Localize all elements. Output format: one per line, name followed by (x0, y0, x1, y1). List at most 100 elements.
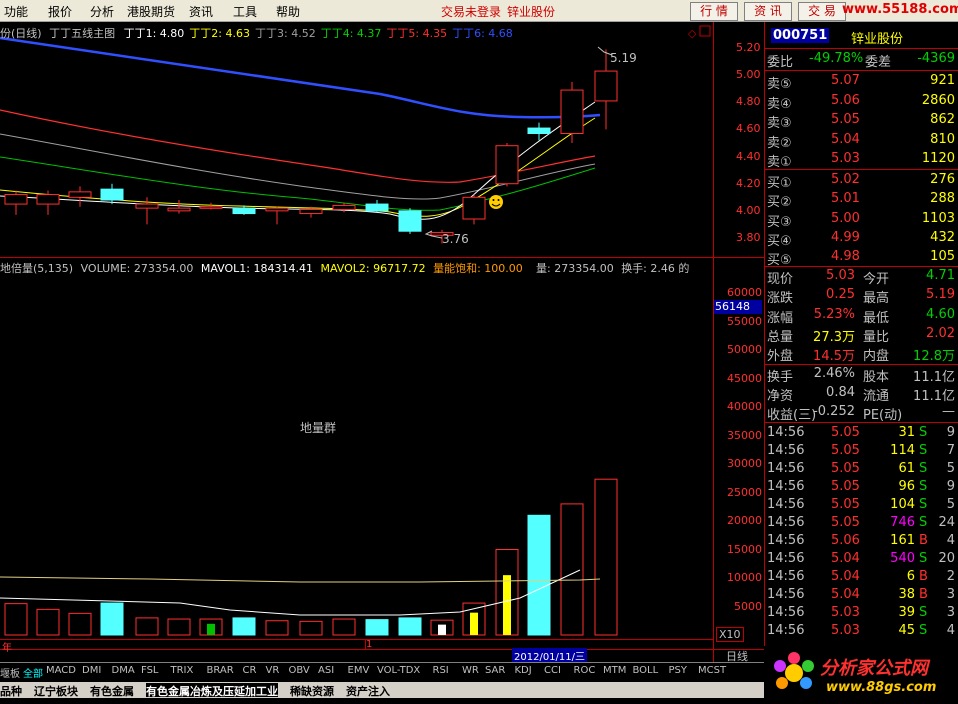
bid-price: 5.01 (831, 191, 860, 207)
indicator-tab[interactable]: ASI (318, 665, 334, 676)
ma-legend-4: 丁丁4: 4.37 (320, 27, 382, 40)
candles-group (4, 49, 618, 244)
volume-bar (167, 618, 191, 636)
sector-tabs: 品种 辽宁板块 有色金属 有色金属冶炼及压延加工业 稀缺资源 资产注入 (0, 682, 764, 698)
menu-item-hk-futures[interactable]: 港股期货 (127, 3, 175, 20)
volume-bar (100, 602, 124, 636)
finance-label-2: 流通 (863, 389, 890, 404)
ma-legend-1: 丁丁1: 4.80 (123, 27, 185, 40)
indicator-tab[interactable]: TRIX (171, 665, 194, 676)
tick-volume: 38 (898, 587, 915, 602)
candle (265, 207, 289, 212)
stat-value-2: 5.19 (926, 287, 955, 303)
tick-volume: 31 (898, 425, 915, 440)
candle (135, 203, 159, 209)
volume-bar (398, 617, 422, 636)
indicator-name: 丁丁五线主图 (49, 27, 116, 40)
volume-legend-right: 量: 273354.00 换手: 2.46 的 (536, 260, 689, 276)
indicator-tab[interactable]: PSY (669, 665, 688, 676)
tick-volume: 746 (890, 515, 915, 530)
login-status[interactable]: 交易未登录 (441, 3, 501, 20)
trade-button[interactable]: 交 易 (798, 2, 846, 21)
indicator-tab[interactable]: MCST (698, 665, 726, 676)
tick-price: 5.06 (831, 533, 860, 548)
bid-volume: 288 (930, 191, 955, 207)
date-cursor-label: 2012/01/11/三 (512, 648, 588, 663)
weicha-value: -4369 (917, 51, 955, 66)
indicator-tab[interactable]: 堰板 (0, 665, 20, 680)
indicator-tab[interactable]: CCI (544, 665, 561, 676)
indicator-tab[interactable]: MACD (46, 665, 76, 676)
menu-stock-name: 锌业股份 (507, 5, 556, 19)
news-button[interactable]: 资 讯 (744, 2, 792, 21)
indicator-tab[interactable]: DMI (82, 665, 101, 676)
year-label: 年 (2, 643, 12, 654)
stat-label: 现价 (767, 272, 794, 287)
indicator-tab[interactable]: FSL (141, 665, 159, 676)
indicator-tab[interactable]: EMV (348, 665, 370, 676)
candle (199, 206, 223, 209)
menu-item-tools[interactable]: 工具 (233, 3, 257, 20)
indicator-tab[interactable]: KDJ (515, 665, 532, 676)
volume-tick: 45000 (727, 371, 762, 385)
tick-count: 7 (946, 443, 955, 458)
indicator-tab[interactable]: BRAR (207, 665, 234, 676)
volume-indicator-name: 地倍量(5,135) (0, 262, 74, 275)
indicator-tab[interactable]: 全部 (23, 665, 43, 680)
finance-label-2: PE(动) (863, 408, 903, 423)
ask-label: 卖⑤ (767, 77, 792, 92)
tick-direction: S (919, 461, 928, 476)
stat-label-2: 最低 (863, 310, 890, 326)
stat-value-2: 4.60 (926, 306, 955, 322)
finance-row: 净资 0.84 流通 11.1亿 (765, 384, 958, 404)
sector-tab[interactable]: 品种 (0, 683, 22, 698)
tick-count: 2 (946, 569, 955, 584)
tick-direction: S (919, 551, 928, 566)
bid-volume: 105 (930, 249, 955, 265)
kline-chart[interactable]: ◇ (0, 22, 764, 662)
tick-count: 9 (946, 425, 955, 440)
price-tick: 4.40 (736, 149, 761, 163)
month-label: 1 (366, 639, 373, 650)
menu-item-news[interactable]: 资讯 (189, 3, 213, 20)
indicator-tab[interactable]: MTM (603, 665, 626, 676)
stat-value: 0.25 (826, 287, 855, 303)
volume-bar (594, 478, 618, 636)
tick-time: 14:56 (767, 605, 805, 620)
ask-price: 5.03 (831, 151, 860, 166)
indicator-tab[interactable]: WR (462, 665, 479, 676)
volume-bar-marker (438, 624, 446, 635)
menu-item-help[interactable]: 帮助 (276, 3, 300, 20)
sector-tab[interactable]: 辽宁板块 (34, 683, 78, 698)
menu-item-analysis[interactable]: 分析 (90, 3, 114, 20)
stat-label: 外盘 (767, 349, 794, 365)
bid-price: 4.98 (831, 249, 860, 265)
sector-tab[interactable]: 有色金属冶炼及压延加工业 (146, 683, 278, 698)
sector-tab[interactable]: 稀缺资源 (290, 683, 334, 698)
sector-tab[interactable]: 有色金属 (90, 683, 134, 698)
tick-price: 5.05 (831, 425, 860, 440)
main-legend: 份(日线) 丁丁五线主图 丁丁1: 4.80 丁丁2: 4.63 丁丁3: 4.52… (0, 25, 513, 41)
indicator-tab[interactable]: DMA (112, 665, 135, 676)
volume-tick: 50000 (727, 343, 762, 356)
indicator-tab[interactable]: RSI (433, 665, 449, 676)
sector-tab[interactable]: 资产注入 (346, 683, 390, 698)
chart-area[interactable]: ◇ 份(日线) 丁丁五线主图 丁丁1: 4.80 丁丁2: 4.63 丁丁3: 4.… (0, 22, 764, 663)
smiley-icon (489, 195, 503, 209)
indicator-tab[interactable]: SAR (485, 665, 505, 676)
turnover-value: 换手: 2.46 的 (621, 262, 690, 275)
tick-time: 14:56 (767, 479, 805, 494)
indicator-tab[interactable]: VR (266, 665, 280, 676)
quote-button[interactable]: 行 情 (690, 2, 738, 21)
menu-item-quote[interactable]: 报价 (48, 3, 72, 20)
tick-direction: B (919, 533, 928, 548)
ask-volume: 810 (930, 131, 955, 147)
indicator-tab[interactable]: OBV (289, 665, 310, 676)
indicator-tab[interactable]: ROC (574, 665, 596, 676)
tick-time: 14:56 (767, 461, 805, 476)
tick-row: 14:56 5.04 540 S 20 (765, 550, 958, 569)
indicator-tab[interactable]: BOLL (633, 665, 659, 676)
menu-item-function[interactable]: 功能 (4, 3, 28, 20)
indicator-tab[interactable]: CR (243, 665, 257, 676)
indicator-tab[interactable]: VOL-TDX (377, 665, 420, 676)
